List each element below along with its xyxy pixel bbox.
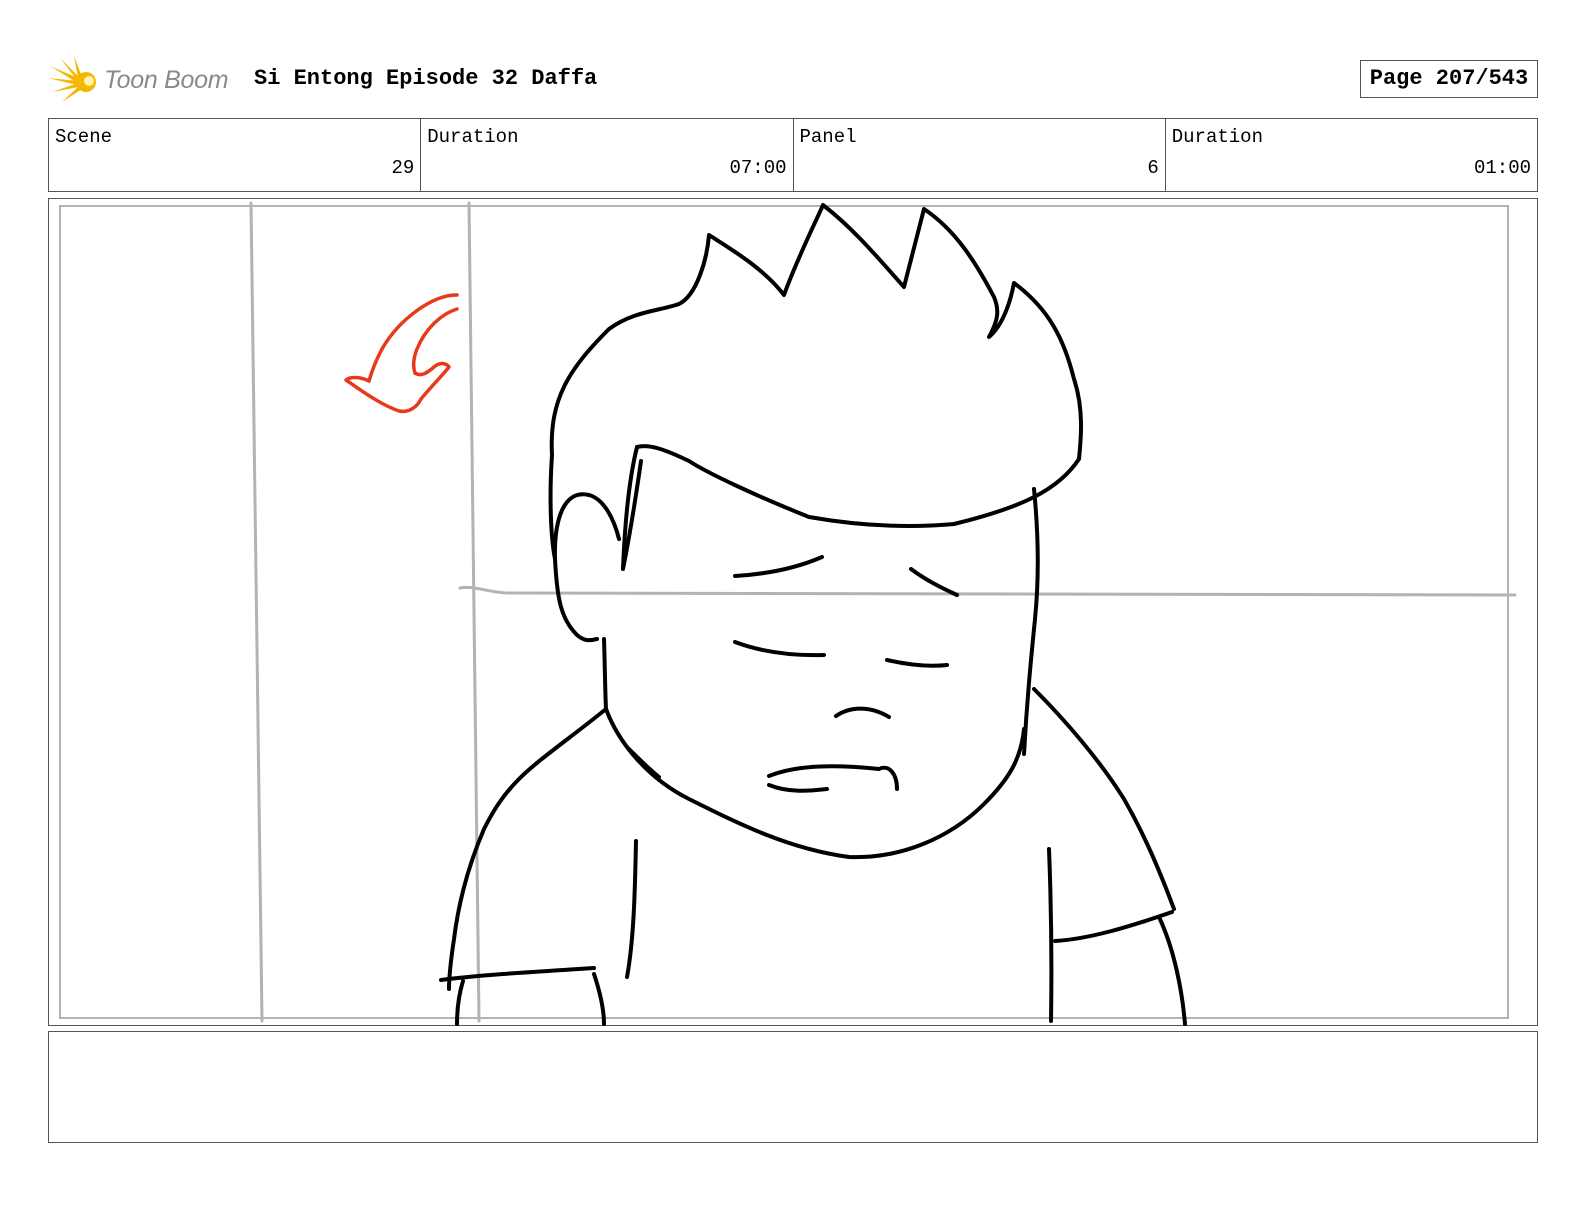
panel-duration-value: 01:00 [1473,157,1531,179]
panel-sketch [59,201,1517,1026]
scene-duration-cell: Duration 07:00 [421,119,794,191]
page-header: Toon Boom Si Entong Episode 32 Daffa Pag… [48,52,1538,108]
panel-notes [48,1031,1538,1143]
panel-label: Panel [799,126,857,148]
red-arrow-icon [344,293,459,414]
toon-boom-logo: Toon Boom [48,56,238,106]
page-number: Page 207/543 [1360,60,1538,98]
guide-lines [249,201,1517,1023]
panel-cell: Panel 6 [794,119,1166,191]
scene-duration-value: 07:00 [729,157,787,179]
panel-duration-label: Duration [1171,126,1263,148]
storyboard-panel [48,198,1538,1026]
project-title: Si Entong Episode 32 Daffa [254,66,598,91]
scene-cell: Scene 29 [49,119,422,191]
panel-duration-cell: Duration 01:00 [1166,119,1537,191]
safe-frame [59,205,1509,1019]
scene-info-table: Scene 29 Duration 07:00 Panel 6 Duration… [48,118,1538,192]
scene-duration-label: Duration [427,126,519,148]
scene-value: 29 [391,157,415,179]
scene-label: Scene [55,126,113,148]
starburst-logo-icon [48,56,96,102]
character-sketch [439,203,1187,1026]
panel-value: 6 [1147,157,1159,179]
logo-text: Toon Boom [104,66,229,94]
